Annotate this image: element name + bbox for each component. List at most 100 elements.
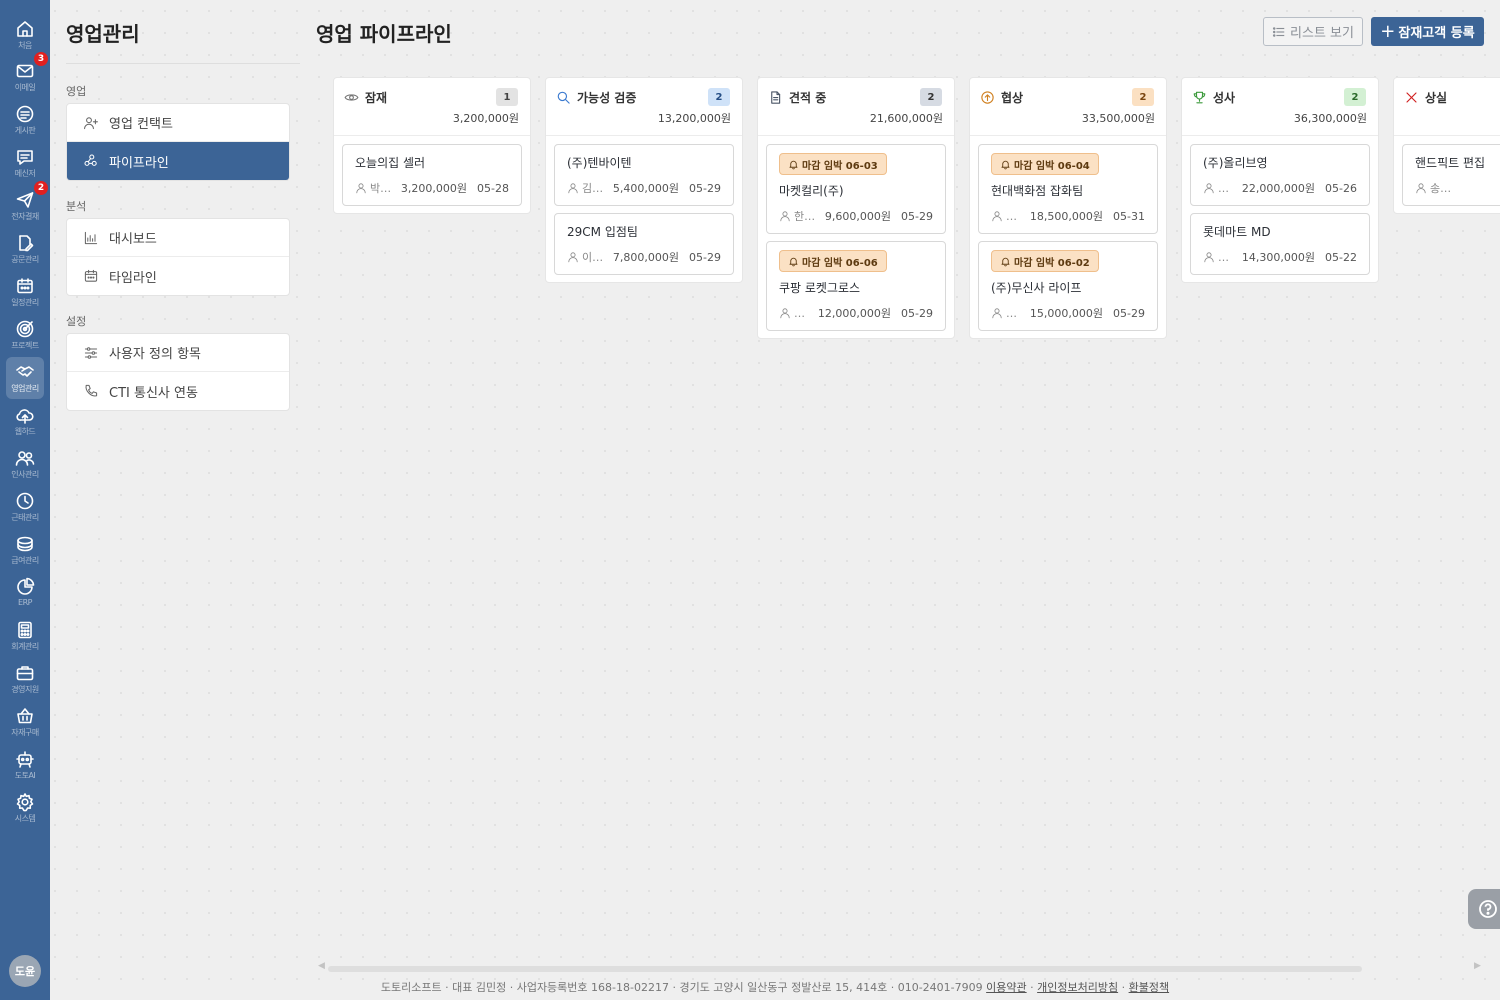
rail-item-label: ERP bbox=[18, 598, 32, 607]
deal-date: 05-29 bbox=[901, 306, 933, 320]
sidebar-item-1-0[interactable]: 대시보드 bbox=[67, 219, 289, 257]
deal-card[interactable]: 마감 임박 06-06 쿠팡 로켓그로스 … 12,000,000원 05-29 bbox=[766, 241, 946, 331]
deal-owner: 송… bbox=[1430, 182, 1452, 195]
rail-item-label: 공문관리 bbox=[11, 255, 39, 264]
person-icon bbox=[568, 183, 578, 194]
rail-item-14[interactable]: 회계관리 bbox=[0, 617, 50, 659]
home-icon bbox=[17, 21, 33, 37]
pipeline-column-0: 잠재 1 3,200,000원 오늘의집 셀러 박… 3,200,000원 05-28 bbox=[333, 77, 531, 214]
rail-item-label: 처음 bbox=[18, 41, 32, 50]
column-body: 마감 임박 06-04 현대백화점 잡화팀… 18,500,000원 05-31 마감 … bbox=[970, 136, 1166, 331]
rail-item-label: 시스템 bbox=[14, 814, 36, 823]
deal-card[interactable]: 마감 임박 06-02 (주)무신사 라이프 … 15,000,000원 05-29 bbox=[978, 241, 1158, 331]
deal-owner: 박… bbox=[370, 182, 392, 195]
help-button[interactable] bbox=[1468, 889, 1500, 929]
rail-item-11[interactable]: 근태관리 bbox=[0, 488, 50, 530]
rail-item-label: 영업관리 bbox=[11, 384, 39, 393]
column-name: 견적 중 bbox=[789, 91, 827, 105]
deal-date: 05-28 bbox=[477, 181, 509, 195]
plus-icon: + bbox=[1380, 20, 1396, 42]
column-total: 3,200,000원 bbox=[452, 112, 519, 125]
sidebar-item-2-0[interactable]: 사용자 정의 항목 bbox=[67, 334, 289, 372]
sidebar-item-0-0[interactable]: 영업 컨택트 bbox=[67, 104, 289, 142]
add-prospect-button[interactable]: + 잠재고객 등록 bbox=[1371, 17, 1484, 46]
deal-card[interactable]: (주)텐바이텐 김… 5,400,000원 05-29 bbox=[554, 144, 734, 206]
column-body: 마감 임박 06-03 마켓컬리(주) 한… 9,600,000원 05-29 마감 임박… bbox=[758, 136, 954, 331]
page-title: 영업 파이프라인 bbox=[316, 22, 452, 46]
rail-item-6[interactable]: 일정관리 bbox=[0, 273, 50, 315]
horizontal-scrollbar[interactable] bbox=[328, 966, 1362, 972]
deadline-badge: 마감 임박 06-02 bbox=[991, 250, 1099, 272]
deal-card[interactable]: 롯데마트 MD … 14,300,000원 05-22 bbox=[1190, 213, 1370, 275]
user-avatar[interactable]: 도윤 bbox=[9, 955, 41, 987]
sidebar-item-label: 파이프라인 bbox=[109, 155, 169, 171]
deal-card[interactable]: (주)올리브영 … 22,000,000원 05-26 bbox=[1190, 144, 1370, 206]
rail-item-label: 인사관리 bbox=[11, 470, 39, 479]
scroll-left-icon[interactable]: ◀ bbox=[318, 961, 325, 971]
column-header: 가능성 검증 2 13,200,000원 bbox=[546, 78, 742, 136]
list-view-button[interactable]: 리스트 보기 bbox=[1263, 17, 1363, 46]
deal-card[interactable]: 핸드픽트 편집송…2,80 bbox=[1402, 144, 1500, 206]
deal-name: 현대백화점 잡화팀 bbox=[991, 184, 1084, 198]
deal-name: 29CM 입점팀 bbox=[567, 225, 638, 239]
deal-owner: 한… bbox=[794, 210, 816, 223]
target-icon bbox=[16, 320, 34, 338]
rail-item-2[interactable]: 게시판 bbox=[0, 101, 50, 143]
column-name: 가능성 검증 bbox=[577, 91, 637, 105]
rail-item-12[interactable]: 급여관리 bbox=[0, 531, 50, 573]
rail-item-4[interactable]: 전자결재 2 bbox=[0, 181, 50, 229]
bell-icon bbox=[1001, 160, 1010, 169]
person-icon bbox=[1204, 252, 1214, 263]
column-body: 핸드픽트 편집송…2,80 bbox=[1394, 136, 1500, 206]
rail-item-18[interactable]: 시스템 bbox=[0, 789, 50, 831]
sidebar-title: 영업관리 bbox=[66, 22, 140, 46]
scroll-right-icon[interactable]: ▶ bbox=[1474, 961, 1481, 971]
rail-item-3[interactable]: 메신저 bbox=[0, 144, 50, 186]
handshake-icon bbox=[16, 366, 34, 377]
rail-item-13[interactable]: ERP bbox=[0, 574, 50, 616]
rail-item-label: 메신저 bbox=[14, 169, 36, 178]
deal-name: 롯데마트 MD bbox=[1203, 225, 1271, 239]
deal-card[interactable]: 마감 임박 06-04 현대백화점 잡화팀 … 18,500,000원 05-31 bbox=[978, 144, 1158, 234]
phone-icon bbox=[85, 384, 98, 397]
sidebar-item-1-1[interactable]: 타임라인 bbox=[67, 257, 289, 295]
footer-link-privacy[interactable]: 개인정보처리방침 bbox=[1037, 981, 1118, 994]
deal-card[interactable]: 오늘의집 셀러 박… 3,200,000원 05-28 bbox=[342, 144, 522, 206]
rail-item-9[interactable]: 웹하드 bbox=[0, 402, 50, 444]
footer-link-terms[interactable]: 이용약관 bbox=[986, 981, 1026, 994]
rail-item-1[interactable]: 이메일 3 bbox=[0, 52, 50, 100]
rail-item-label: 근태관리 bbox=[11, 513, 39, 522]
rail-item-8[interactable]: 영업관리 bbox=[0, 357, 50, 401]
sidebar-item-label: 사용자 정의 항목 bbox=[109, 347, 201, 362]
rail-item-16[interactable]: 자재구매 bbox=[0, 703, 50, 745]
rail-item-17[interactable]: 도토AI bbox=[0, 746, 50, 788]
sidebar-group: 영업 컨택트파이프라인 bbox=[66, 103, 290, 181]
column-name: 잠재 bbox=[365, 91, 388, 105]
rail-item-15[interactable]: 경영지원 bbox=[0, 660, 50, 702]
column-header: 상실 bbox=[1394, 78, 1500, 136]
rail-item-7[interactable]: 프로젝트 bbox=[0, 316, 50, 358]
deal-card[interactable]: 마감 임박 06-03 마켓컬리(주) 한… 9,600,000원 05-29 bbox=[766, 144, 946, 234]
column-title: 협상 bbox=[980, 89, 1023, 106]
rail-item-label: 도토AI bbox=[14, 771, 36, 780]
sidebar-item-0-1[interactable]: 파이프라인 bbox=[67, 142, 289, 180]
pipeline-column-4: 성사 2 36,300,000원 (주)올리브영 … 22,000,000원 05-26 롯데… bbox=[1181, 77, 1379, 283]
sidebar-item-2-1[interactable]: CTI 통신사 연동 bbox=[67, 372, 289, 410]
deal-date: 05-29 bbox=[689, 181, 721, 195]
column-name: 협상 bbox=[1001, 91, 1024, 105]
help-icon bbox=[1479, 900, 1497, 918]
footer-link-refund[interactable]: 환불정책 bbox=[1129, 981, 1169, 994]
briefcase-icon bbox=[16, 666, 34, 681]
deal-owner: … bbox=[1218, 250, 1229, 264]
rail-item-5[interactable]: 공문관리 bbox=[0, 230, 50, 272]
footer-text: 도토리소프트 · 대표 김민정 · 사업자등록번호 168-18-02217 ·… bbox=[380, 981, 983, 994]
rail-item-10[interactable]: 인사관리 bbox=[0, 445, 50, 487]
deal-card[interactable]: 29CM 입점팀 이… 7,800,000원 05-29 bbox=[554, 213, 734, 275]
column-total: 36,300,000원 bbox=[1293, 112, 1367, 125]
deal-owner: … bbox=[794, 306, 805, 320]
deal-amount: 3,200,000원 bbox=[400, 182, 468, 195]
column-total: 33,500,000원 bbox=[1081, 112, 1155, 125]
list-icon bbox=[1272, 26, 1285, 37]
bell-icon bbox=[789, 160, 798, 169]
deal-owner: … bbox=[1006, 306, 1017, 320]
